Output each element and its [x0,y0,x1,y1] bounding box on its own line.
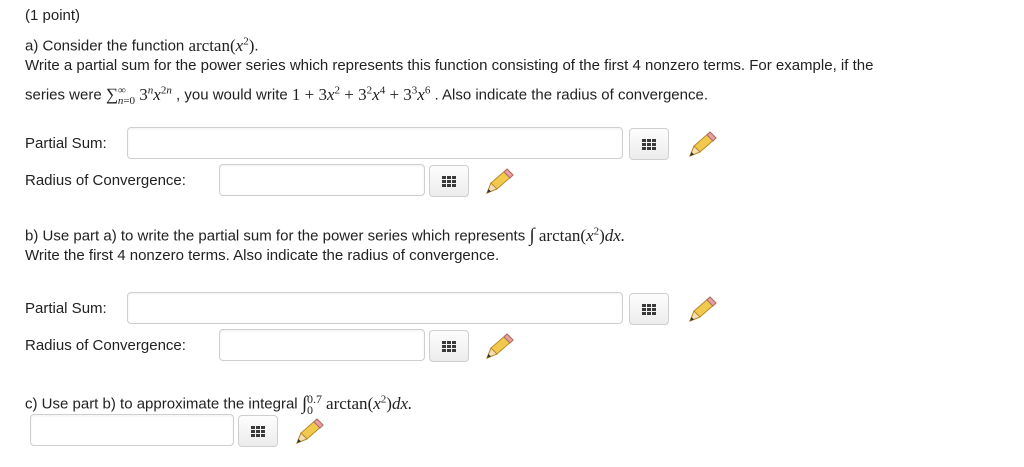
matrix-grid-icon [442,340,456,352]
matrix-grid-icon [251,425,265,437]
pencil-icon[interactable] [686,130,718,158]
part-a-intro-text: a) Consider the function [25,37,189,55]
part-b-integral: ∫ arctan(x2)dx. [529,224,626,246]
part-a-partial-sum-label: Partial Sum: [25,135,107,152]
part-c-matrix-button[interactable] [238,415,278,447]
part-b-partial-sum-input[interactable] [127,292,623,324]
part-c-integral: ∫ 0.7 0 arctan(x2)dx. [301,391,413,417]
part-a-radius-input[interactable] [219,164,425,196]
part-a-instruction: Write a partial sum for the power series… [25,57,874,74]
points-label: (1 point) [25,7,81,24]
part-a-partial-sum-input[interactable] [127,127,623,159]
part-a-radius-label: Radius of Convergence: [25,172,186,189]
part-b-intro: b) Use part a) to write the partial sum … [25,224,626,246]
part-b-radius-label: Radius of Convergence: [25,337,186,354]
example-series: ∑∞n=0 3nx2n [105,84,172,108]
matrix-grid-icon [442,175,456,187]
pencil-icon[interactable] [293,417,325,445]
part-b-radius-matrix-button[interactable] [429,330,469,362]
pencil-icon[interactable] [483,167,515,195]
part-a-partial-sum-matrix-button[interactable] [629,128,669,160]
example-partial-sum: 1 + 3x2 + 32x4 + 33x6 [291,84,431,104]
matrix-grid-icon [642,138,656,150]
part-c-answer-input[interactable] [30,414,234,446]
part-b-instruction: Write the first 4 nonzero terms. Also in… [25,247,500,264]
matrix-grid-icon [642,303,656,315]
part-a-example: series were ∑∞n=0 3nx2n , you would writ… [25,84,708,108]
part-b-partial-sum-matrix-button[interactable] [629,293,669,325]
pencil-icon[interactable] [686,295,718,323]
part-b-partial-sum-label: Partial Sum: [25,300,107,317]
part-a-function: arctan(x2) [188,35,255,55]
part-a-radius-matrix-button[interactable] [429,165,469,197]
pencil-icon[interactable] [483,332,515,360]
part-b-radius-input[interactable] [219,329,425,361]
part-a-intro: a) Consider the function arctan(x2). [25,35,259,55]
